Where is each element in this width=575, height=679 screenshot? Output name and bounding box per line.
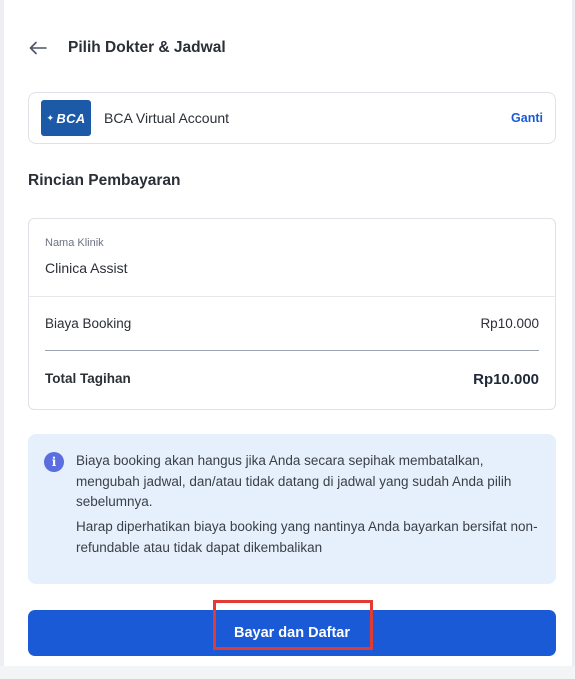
pay-and-register-button[interactable]: Bayar dan Daftar (28, 610, 556, 656)
page-header: Pilih Dokter & Jadwal (28, 30, 226, 66)
payment-method-name: BCA Virtual Account (104, 110, 230, 126)
payment-method-card[interactable]: ✦ BCA BCA Virtual Account Ganti (28, 92, 556, 144)
info-paragraph-non-refundable: Harap diperhatikan biaya booking yang na… (76, 519, 538, 555)
pay-button-label: Bayar dan Daftar (233, 625, 351, 641)
total-label: Total Tagihan (45, 371, 131, 386)
change-payment-link[interactable]: Ganti (511, 111, 543, 125)
bca-mark-icon: ✦ (46, 112, 55, 123)
info-paragraph-cancellation: Biaya booking akan hangus jika Anda seca… (76, 453, 512, 509)
divider (29, 296, 555, 297)
clinic-label: Nama Klinik (45, 237, 104, 249)
bca-logo-text: BCA (56, 110, 86, 126)
page-title: Pilih Dokter & Jadwal (68, 39, 226, 56)
clinic-name: Clinica Assist (45, 260, 128, 276)
bca-logo: ✦ BCA (41, 100, 91, 136)
arrow-left-icon[interactable] (28, 38, 48, 58)
bottom-strip (0, 666, 575, 679)
left-border (0, 0, 4, 679)
booking-fee-amount: Rp10.000 (480, 316, 539, 331)
info-notice: i Biaya booking akan hangus jika Anda se… (28, 434, 556, 584)
info-icon: i (44, 452, 64, 472)
divider (45, 350, 539, 351)
payment-details-card: Nama Klinik Clinica Assist Biaya Booking… (28, 218, 556, 410)
booking-fee-label: Biaya Booking (45, 316, 132, 331)
section-title: Rincian Pembayaran (28, 172, 181, 189)
total-amount: Rp10.000 (473, 371, 539, 388)
